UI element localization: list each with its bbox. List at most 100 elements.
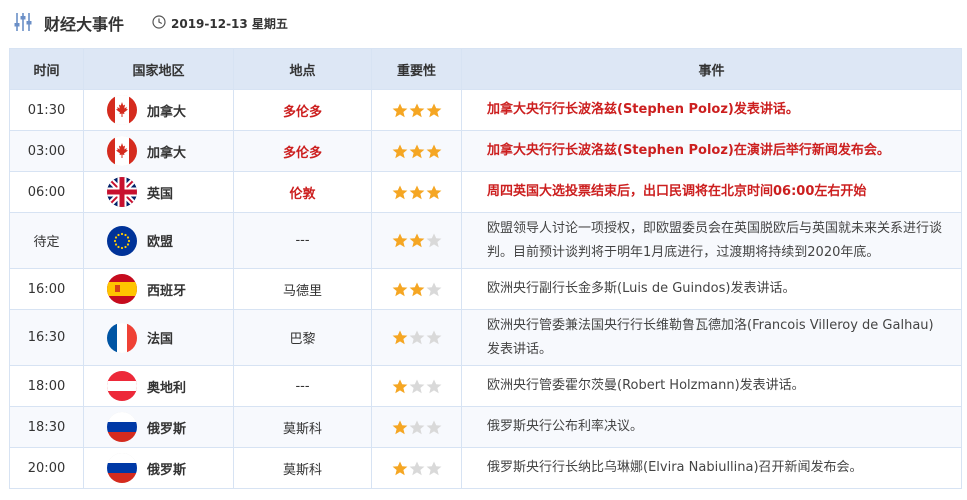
star-empty-icon — [409, 461, 425, 476]
star-empty-icon — [426, 282, 442, 297]
uk-flag-icon — [107, 177, 137, 207]
star-empty-icon — [426, 379, 442, 394]
event-description: 周四英国大选投票结束后，出口民调将在北京时间06:00左右开始 — [461, 171, 962, 213]
country-cell: 俄罗斯 — [83, 447, 234, 489]
event-time: 06:00 — [9, 171, 84, 213]
table-row: 03:00 加拿大 多伦多 加拿大央行行长波洛兹(Stephen Poloz)在演讲后… — [9, 130, 962, 172]
star-filled-icon — [409, 233, 425, 248]
importance-rating — [371, 89, 462, 131]
events-table: 时间 国家地区 地点 重要性 事件 01:30 加拿大 多伦多 加拿大央行行长波洛兹(… — [9, 48, 962, 489]
star-filled-icon — [426, 185, 442, 200]
event-time: 18:30 — [9, 406, 84, 448]
event-time: 18:00 — [9, 365, 84, 407]
star-filled-icon — [426, 144, 442, 159]
eu-flag-icon — [107, 225, 137, 256]
star-filled-icon — [426, 103, 442, 118]
country-cell: 英国 — [83, 171, 234, 213]
star-filled-icon — [392, 233, 408, 248]
austria-flag-icon — [107, 371, 137, 401]
country-name: 欧盟 — [147, 235, 174, 250]
event-description: 欧盟领导人讨论一项授权，即欧盟委员会在英国脱欧后与英国就未来关系进行谈判。目前预… — [461, 212, 962, 269]
star-filled-icon — [409, 144, 425, 159]
col-header-time: 时间 — [9, 48, 84, 90]
table-row: 16:30 法国 巴黎 欧洲央行管委兼法国央行行长维勒鲁瓦德加洛(Francois V… — [9, 309, 962, 366]
importance-rating — [371, 171, 462, 213]
country-name: 俄罗斯 — [147, 462, 187, 478]
event-description: 加拿大央行行长波洛兹(Stephen Poloz)发表讲话。 — [461, 89, 962, 131]
star-filled-icon — [392, 330, 408, 345]
star-empty-icon — [409, 379, 425, 394]
importance-rating — [371, 130, 462, 172]
date-label: 2019-12-13 星期五 — [171, 17, 288, 31]
page-title: 财经大事件 — [44, 15, 125, 34]
event-time: 01:30 — [9, 89, 84, 131]
star-filled-icon — [392, 420, 408, 435]
event-time: 20:00 — [9, 447, 84, 489]
country-cell: 加拿大 — [83, 130, 234, 172]
event-time: 16:00 — [9, 268, 84, 310]
event-place: --- — [233, 365, 372, 407]
country-name: 加拿大 — [147, 104, 187, 120]
country-name: 俄罗斯 — [147, 421, 187, 437]
star-empty-icon — [426, 233, 442, 248]
canada-flag-icon — [107, 95, 137, 125]
star-empty-icon — [409, 420, 425, 435]
event-time: 待定 — [9, 212, 84, 269]
col-header-country: 国家地区 — [83, 48, 234, 90]
event-place: 莫斯科 — [233, 447, 372, 489]
event-place: 伦敦 — [233, 171, 372, 213]
country-cell: 加拿大 — [83, 89, 234, 131]
star-filled-icon — [409, 185, 425, 200]
table-row: 16:00 西班牙 马德里 欧洲央行副行长金多斯(Luis de Guindos)发表… — [9, 268, 962, 310]
star-empty-icon — [426, 330, 442, 345]
table-row: 18:00 奥地利 --- 欧洲央行管委霍尔茨曼(Robert Holzmann)发表… — [9, 365, 962, 407]
star-filled-icon — [409, 103, 425, 118]
importance-rating — [371, 406, 462, 448]
spain-flag-icon — [107, 274, 137, 304]
importance-rating — [371, 309, 462, 366]
star-filled-icon — [409, 282, 425, 297]
france-flag-icon — [107, 322, 137, 353]
russia-flag-icon — [107, 412, 137, 442]
event-place: 多伦多 — [233, 89, 372, 131]
col-header-importance: 重要性 — [371, 48, 462, 90]
event-place: 多伦多 — [233, 130, 372, 172]
country-cell: 俄罗斯 — [83, 406, 234, 448]
star-filled-icon — [392, 379, 408, 394]
star-empty-icon — [409, 330, 425, 345]
country-name: 加拿大 — [147, 145, 187, 161]
sliders-icon — [14, 13, 32, 31]
event-description: 俄罗斯央行行长纳比乌琳娜(Elvira Nabiullina)召开新闻发布会。 — [461, 447, 962, 489]
col-header-place: 地点 — [233, 48, 372, 90]
event-place: --- — [233, 212, 372, 269]
importance-rating — [371, 268, 462, 310]
table-row: 18:30 俄罗斯 莫斯科 俄罗斯央行公布利率决议。 — [9, 406, 962, 448]
event-description: 欧洲央行管委兼法国央行行长维勒鲁瓦德加洛(Francois Villeroy d… — [461, 309, 962, 366]
country-name: 奥地利 — [147, 380, 187, 396]
event-time: 03:00 — [9, 130, 84, 172]
table-row: 01:30 加拿大 多伦多 加拿大央行行长波洛兹(Stephen Poloz)发表讲话… — [9, 89, 962, 131]
star-filled-icon — [392, 103, 408, 118]
event-description: 欧洲央行管委霍尔茨曼(Robert Holzmann)发表讲话。 — [461, 365, 962, 407]
event-description: 欧洲央行副行长金多斯(Luis de Guindos)发表讲话。 — [461, 268, 962, 310]
col-header-event: 事件 — [461, 48, 962, 90]
event-description: 加拿大央行行长波洛兹(Stephen Poloz)在演讲后举行新闻发布会。 — [461, 130, 962, 172]
table-row: 20:00 俄罗斯 莫斯科 俄罗斯央行行长纳比乌琳娜(Elvira Nabiullin… — [9, 447, 962, 489]
star-empty-icon — [426, 461, 442, 476]
country-cell: 欧盟 — [83, 212, 234, 269]
star-empty-icon — [426, 420, 442, 435]
event-place: 莫斯科 — [233, 406, 372, 448]
country-cell: 西班牙 — [83, 268, 234, 310]
table-row: 06:00 英国 伦敦 周四英国大选投票结束后，出口民调将在北京时间06:00左右开始 — [9, 171, 962, 213]
country-name: 法国 — [147, 332, 174, 347]
event-place: 马德里 — [233, 268, 372, 310]
star-filled-icon — [392, 144, 408, 159]
importance-rating — [371, 212, 462, 269]
importance-rating — [371, 447, 462, 489]
importance-rating — [371, 365, 462, 407]
country-name: 西班牙 — [147, 283, 187, 299]
star-filled-icon — [392, 185, 408, 200]
country-cell: 法国 — [83, 309, 234, 366]
page-header: 财经大事件 2019-12-13 星期五 — [0, 0, 967, 44]
table-row: 待定 欧盟 --- 欧盟领导人讨论一项授权，即欧盟委员会在英国脱欧后与英国就未来关系进… — [9, 212, 962, 269]
